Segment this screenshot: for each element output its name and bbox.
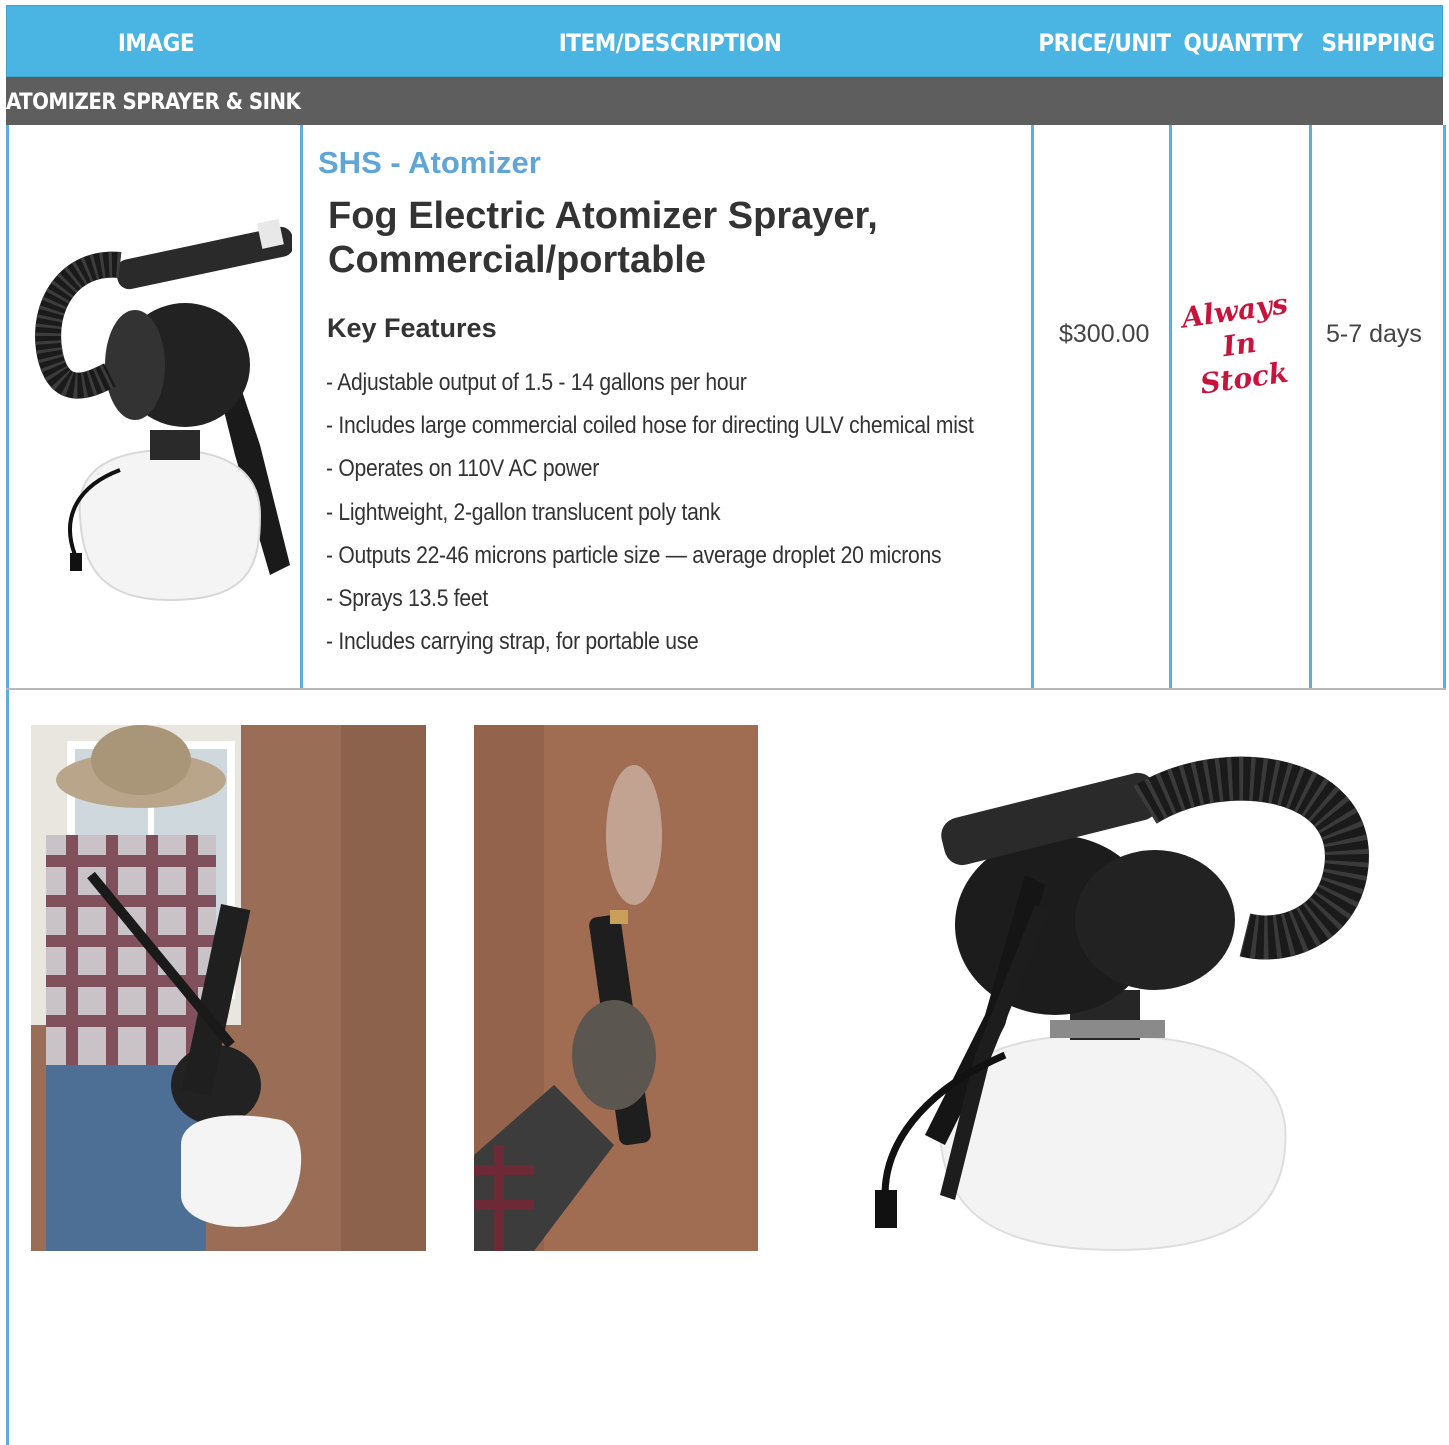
column-divider — [1309, 125, 1312, 690]
person-spraying-photo — [31, 725, 426, 1251]
feature-item: - Includes large commercial coiled hose … — [326, 412, 974, 440]
row-divider — [6, 688, 1446, 690]
product-title: Fog Electric Atomizer Sprayer, Commercia… — [328, 195, 878, 281]
price-unit-value: $300.00 — [1059, 320, 1150, 348]
feature-item: - Lightweight, 2-gallon translucent poly… — [326, 498, 721, 526]
header-quantity: Quantity — [1183, 29, 1303, 57]
feature-item: - Outputs 22-46 microns particle size — … — [326, 541, 942, 569]
table-border-right — [1443, 125, 1446, 690]
feature-item: - Sprays 13.5 feet — [326, 584, 488, 612]
header-image: Image — [117, 29, 195, 57]
header-shipping: Shipping — [1321, 29, 1435, 57]
features-list: - Adjustable output of 1.5 - 14 gallons … — [326, 364, 1062, 666]
section-bar: Atomizer Sprayer & Sink — [6, 77, 1443, 125]
key-features-heading: Key Features — [327, 313, 497, 343]
table-header: Image Item/Description Price/Unit Quanti… — [6, 5, 1443, 77]
hand-spraying-photo — [474, 725, 758, 1251]
atomizer-product-image — [20, 205, 294, 605]
stock-status: Always In Stock — [1179, 287, 1291, 401]
column-divider — [1169, 125, 1172, 690]
feature-item: - Operates on 110V AC power — [326, 455, 600, 483]
table-border-left — [6, 125, 9, 1445]
section-title: Atomizer Sprayer & Sink — [6, 90, 301, 115]
header-item-description: Item/Description — [558, 29, 782, 57]
shipping-time: 5-7 days — [1326, 320, 1422, 348]
atomizer-large-photo — [865, 755, 1385, 1255]
product-sku: SHS - Atomizer — [318, 145, 541, 180]
column-divider — [300, 125, 303, 690]
feature-item: - Includes carrying strap, for portable … — [326, 628, 699, 656]
header-price-unit: Price/Unit — [1038, 29, 1171, 57]
feature-item: - Adjustable output of 1.5 - 14 gallons … — [326, 369, 747, 396]
